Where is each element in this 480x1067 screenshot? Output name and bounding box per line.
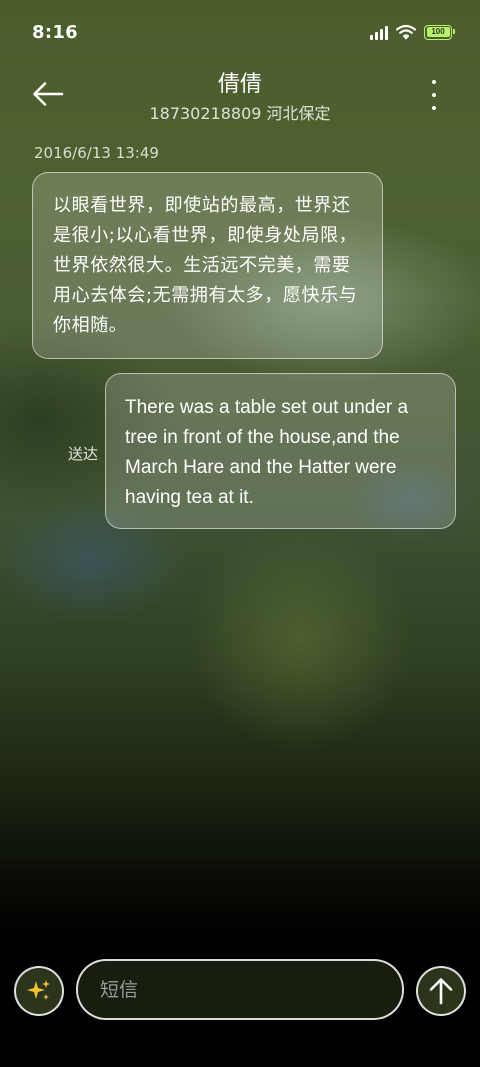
message-composer bbox=[0, 955, 480, 1025]
conversation-header: 倩倩 18730218809 河北保定 bbox=[0, 62, 480, 126]
battery-level: 100 bbox=[426, 27, 450, 37]
message-input[interactable] bbox=[76, 959, 404, 1020]
contact-number-location: 18730218809 河北保定 bbox=[149, 104, 331, 123]
wifi-icon bbox=[396, 24, 416, 40]
more-options-button[interactable] bbox=[422, 80, 446, 110]
arrow-up-icon bbox=[429, 978, 453, 1005]
status-time: 8:16 bbox=[32, 22, 78, 43]
status-bar: 8:16 100 bbox=[0, 0, 480, 68]
delivery-status: 送达 bbox=[68, 445, 99, 463]
sparkles-icon bbox=[27, 980, 50, 1000]
outgoing-message-bubble[interactable]: There was a table set out under a tree i… bbox=[105, 373, 456, 529]
status-icons: 100 bbox=[370, 24, 455, 40]
battery-icon: 100 bbox=[424, 24, 455, 40]
ai-assist-button[interactable] bbox=[14, 966, 64, 1016]
message-timestamp: 2016/6/13 13:49 bbox=[34, 144, 159, 162]
incoming-message-bubble[interactable]: 以眼看世界，即使站的最高，世界还是很小;以心看世界，即使身处局限，世界依然很大。… bbox=[32, 172, 383, 359]
send-button[interactable] bbox=[416, 966, 466, 1016]
contact-name: 倩倩 bbox=[217, 72, 262, 97]
signal-icon bbox=[370, 24, 388, 40]
more-vertical-icon bbox=[432, 80, 436, 84]
